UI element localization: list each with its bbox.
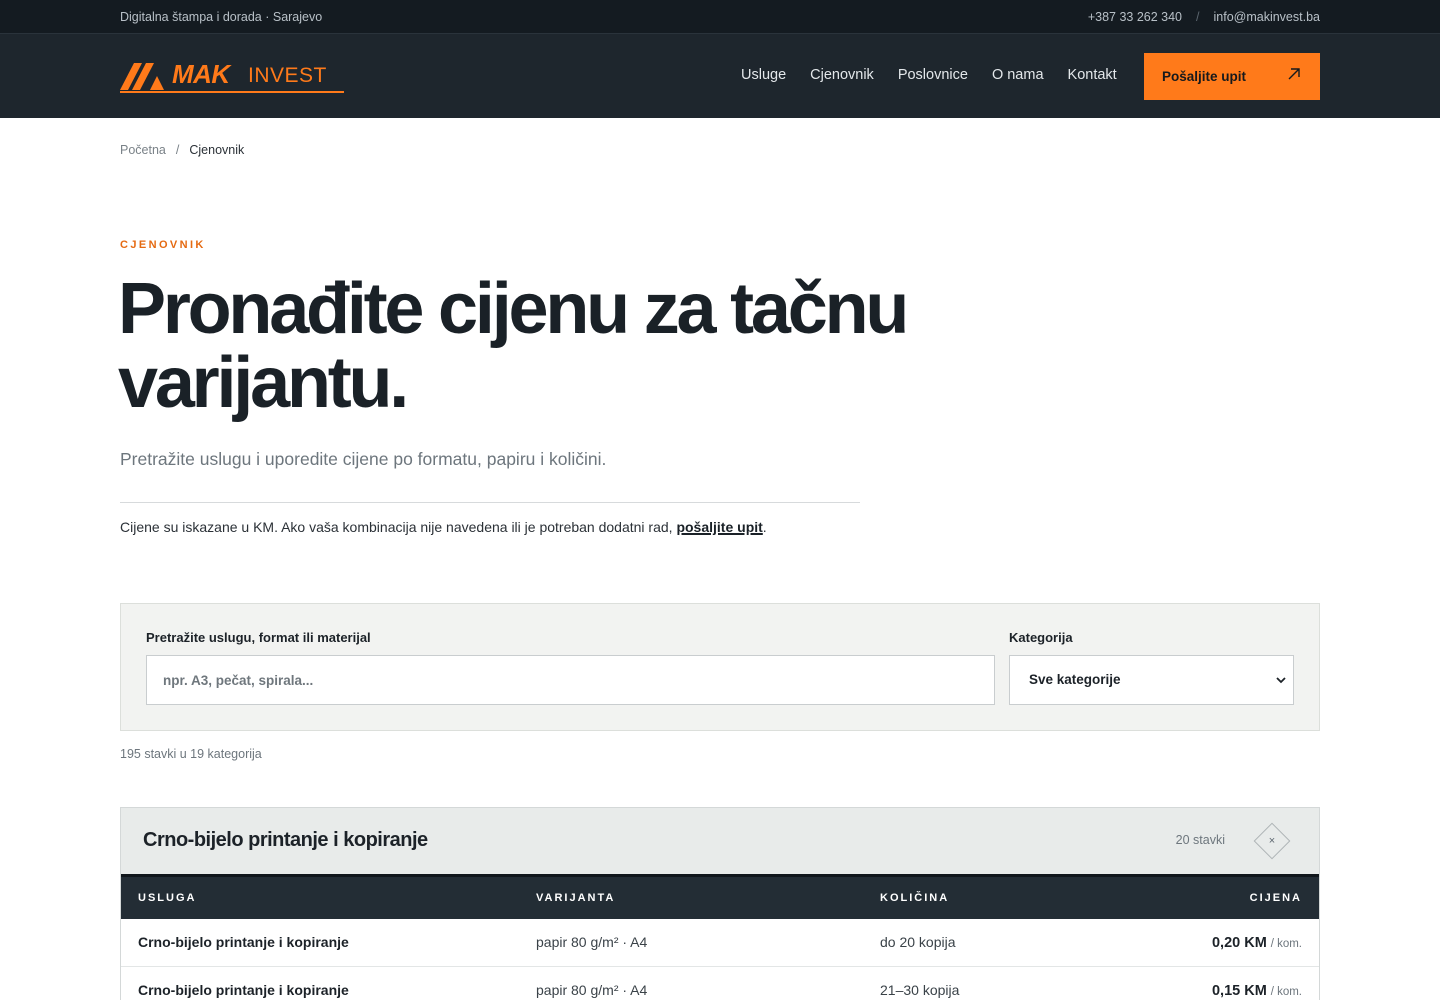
- top-contact: +387 33 262 340 / info@makinvest.ba: [1088, 10, 1320, 24]
- send-inquiry-label: Pošaljite upit: [1162, 69, 1247, 84]
- nav-item-usluge[interactable]: Usluge: [741, 67, 786, 83]
- collapse-toggle-button[interactable]: ×: [1253, 822, 1291, 860]
- contact-separator: /: [1196, 10, 1200, 24]
- main-nav: Usluge Cjenovnik Poslovnice O nama Konta…: [741, 67, 1141, 83]
- cell-variant: papir 80 g/m² · A4: [536, 982, 648, 998]
- tagline: Digitalna štampa i dorada · Sarajevo: [120, 10, 323, 24]
- divider: [120, 502, 860, 503]
- category-select[interactable]: Sve kategorije: [1009, 655, 1294, 705]
- page-subtitle: Pretražite uslugu i uporedite cijene po …: [120, 449, 607, 469]
- nav-item-cjenovnik[interactable]: Cjenovnik: [810, 67, 874, 83]
- table-row: Crno-bijelo printanje i kopiranje papir …: [121, 967, 1319, 1000]
- results-summary: 195 stavki u 19 kategorija: [120, 747, 262, 761]
- category-selected-value: Sve kategorije: [1029, 672, 1121, 687]
- price-note-text: Cijene su iskazane u KM. Ako vaša kombin…: [120, 519, 677, 535]
- cell-quantity: 21–30 kopija: [880, 982, 960, 998]
- filter-panel: Pretražite uslugu, format ili materijal …: [120, 603, 1320, 731]
- logo-invest: INVEST: [248, 64, 327, 87]
- breadcrumb-current: Cjenovnik: [189, 143, 245, 157]
- main-header: MAK INVEST Usluge Cjenovnik Poslovnice O…: [0, 34, 1440, 118]
- arrow-up-right-icon: [1288, 68, 1300, 80]
- nav-item-kontakt[interactable]: Kontakt: [1068, 67, 1117, 83]
- breadcrumb: Početna / Cjenovnik: [120, 143, 244, 157]
- close-icon: ×: [1268, 835, 1276, 847]
- nav-item-poslovnice[interactable]: Poslovnice: [898, 67, 968, 83]
- category-card: Crno-bijelo printanje i kopiranje 20 sta…: [120, 807, 1320, 1000]
- cell-price: 0,20 KM / kom.: [1212, 934, 1302, 951]
- logo-mark-icon: [120, 63, 164, 90]
- send-inquiry-button[interactable]: Pošaljite upit: [1144, 53, 1320, 100]
- inquiry-link[interactable]: pošaljite upit: [676, 519, 762, 535]
- email-link[interactable]: info@makinvest.ba: [1214, 10, 1321, 24]
- price-value: 0,20 KM: [1211, 935, 1267, 951]
- cell-quantity: do 20 kopija: [880, 934, 956, 950]
- search-label: Pretražite uslugu, format ili materijal: [146, 630, 371, 645]
- column-header-varijanta: VARIJANTA: [536, 892, 616, 904]
- price-note-end: .: [762, 519, 767, 535]
- logo[interactable]: MAK INVEST: [120, 59, 346, 93]
- search-input[interactable]: [146, 655, 995, 705]
- page-title: Pronađite cijenu za tačnu varijantu.: [118, 269, 909, 423]
- section-eyebrow: CJENOVNIK: [120, 239, 206, 251]
- logo-mak: MAK: [172, 59, 230, 89]
- price-note: Cijene su iskazane u KM. Ako vaša kombin…: [120, 519, 767, 535]
- price-value: 0,15 KM: [1211, 983, 1267, 999]
- top-bar: Digitalna štampa i dorada · Sarajevo +38…: [0, 0, 1440, 34]
- category-count: 20 stavki: [1175, 833, 1225, 847]
- category-title: Crno-bijelo printanje i kopiranje: [143, 829, 428, 851]
- column-header-kolicina: KOLIČINA: [880, 892, 950, 904]
- phone-link[interactable]: +387 33 262 340: [1088, 10, 1182, 24]
- column-header-cijena: CIJENA: [1249, 892, 1302, 904]
- cell-price: 0,15 KM / kom.: [1212, 982, 1302, 999]
- cell-service: Crno-bijelo printanje i kopiranje: [138, 934, 349, 950]
- category-header[interactable]: Crno-bijelo printanje i kopiranje 20 sta…: [121, 808, 1319, 874]
- nav-item-o-nama[interactable]: O nama: [992, 67, 1044, 83]
- price-unit: / kom.: [1270, 986, 1302, 998]
- cell-service: Crno-bijelo printanje i kopiranje: [138, 982, 349, 998]
- chevron-down-icon: [1276, 677, 1286, 684]
- table-row: Crno-bijelo printanje i kopiranje papir …: [121, 919, 1319, 967]
- breadcrumb-separator: /: [175, 143, 180, 157]
- cell-variant: papir 80 g/m² · A4: [536, 934, 648, 950]
- price-unit: / kom.: [1270, 938, 1302, 950]
- category-label: Kategorija: [1009, 630, 1073, 645]
- breadcrumb-home[interactable]: Početna: [120, 143, 166, 157]
- column-header-usluga: USLUGA: [138, 892, 197, 904]
- table-header: USLUGA VARIJANTA KOLIČINA CIJENA: [121, 874, 1319, 919]
- logo-underline: [120, 91, 344, 93]
